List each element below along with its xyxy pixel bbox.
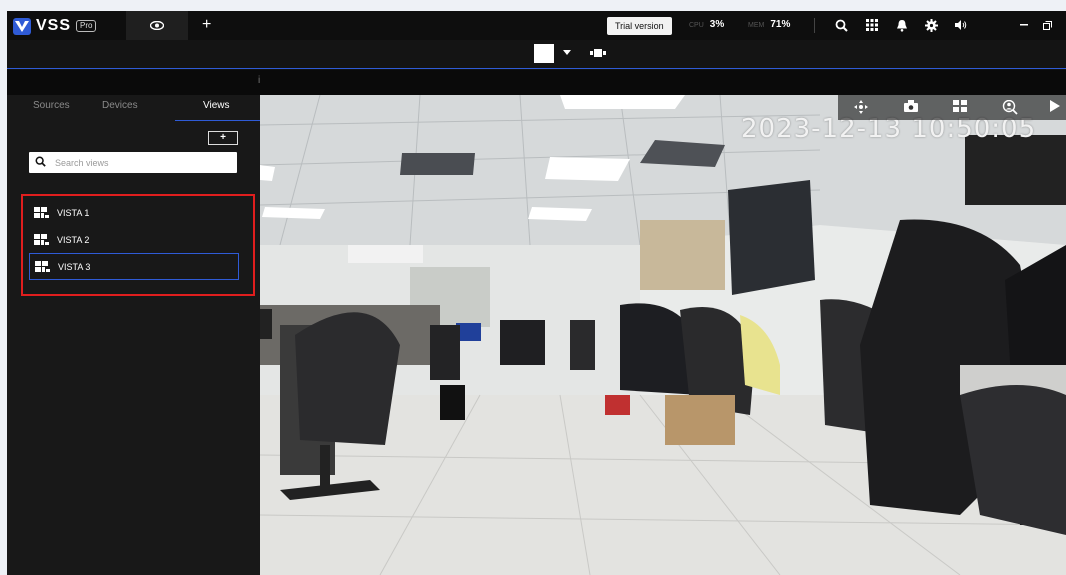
grid-icon[interactable]	[864, 17, 880, 33]
active-tab-indicator	[175, 120, 260, 121]
mem-label: MEM	[748, 22, 765, 29]
search-views-input[interactable]	[55, 154, 230, 171]
search-icon[interactable]	[833, 17, 849, 33]
sidebar-tabs: Sources Devices Views	[7, 95, 260, 121]
camera-controls	[838, 95, 1066, 120]
layout-grid-icon[interactable]	[953, 100, 967, 112]
add-tab-button[interactable]: +	[202, 16, 211, 34]
play-icon[interactable]	[1050, 100, 1060, 112]
settings-gear-icon[interactable]	[923, 17, 939, 33]
layout-toolbar	[7, 40, 1066, 69]
view-label: VISTA 1	[57, 207, 90, 218]
cpu-value: 3%	[709, 19, 725, 30]
strip-mark: i	[258, 75, 261, 86]
top-bar: VSS Pro + Trial version CPU 3% MEM 71%	[7, 11, 1066, 40]
move-icon[interactable]	[854, 100, 868, 114]
layout-selector-button[interactable]	[534, 44, 554, 63]
add-view-button[interactable]: +	[208, 131, 238, 145]
snapshot-icon[interactable]	[904, 100, 918, 112]
logo-v-icon	[13, 17, 31, 35]
view-layout-icon	[35, 261, 50, 272]
mem-value: 71%	[770, 19, 791, 30]
layout-caret-icon[interactable]	[563, 50, 571, 55]
app-window: VSS Pro + Trial version CPU 3% MEM 71% i…	[7, 11, 1066, 575]
sidebar: Sources Devices Views + VISTA 1 VISTA 2 …	[7, 95, 260, 575]
tab-views[interactable]: Views	[203, 100, 230, 111]
mem-stat: MEM 71%	[748, 19, 790, 30]
restore-icon[interactable]	[1039, 17, 1055, 33]
sequence-icon[interactable]	[590, 48, 606, 58]
view-layout-icon	[34, 234, 49, 245]
app-logo: VSS Pro	[13, 17, 97, 35]
tab-devices[interactable]: Devices	[102, 100, 138, 111]
divider	[814, 18, 815, 33]
view-tab-strip: i	[7, 70, 1066, 95]
camera-image	[260, 95, 1066, 575]
volume-icon[interactable]	[953, 17, 969, 33]
logo-text: VSS	[36, 17, 72, 34]
list-item-vista-3[interactable]: VISTA 3	[29, 253, 239, 280]
list-item-vista-1[interactable]: VISTA 1	[29, 199, 239, 226]
bell-icon[interactable]	[894, 17, 910, 33]
list-item-vista-2[interactable]: VISTA 2	[29, 226, 239, 253]
tab-sources[interactable]: Sources	[33, 100, 70, 111]
camera-feed[interactable]: 2023-12-13 10:50:05	[260, 95, 1066, 575]
sidebar-collapse-handle[interactable]	[260, 309, 272, 339]
view-layout-icon	[34, 207, 49, 218]
views-list: VISTA 1 VISTA 2 VISTA 3	[21, 194, 255, 296]
tab-live-view[interactable]	[126, 11, 188, 40]
search-icon	[35, 156, 46, 167]
search-views-field[interactable]	[29, 152, 237, 173]
trial-version-button[interactable]: Trial version	[607, 17, 672, 35]
view-label: VISTA 3	[58, 261, 91, 272]
cpu-stat: CPU 3%	[689, 19, 724, 30]
cpu-label: CPU	[689, 22, 704, 29]
view-label: VISTA 2	[57, 234, 90, 245]
eye-icon	[150, 21, 164, 30]
minimize-icon[interactable]	[1016, 17, 1032, 33]
logo-badge: Pro	[76, 20, 97, 32]
search-person-icon[interactable]	[1002, 100, 1018, 115]
